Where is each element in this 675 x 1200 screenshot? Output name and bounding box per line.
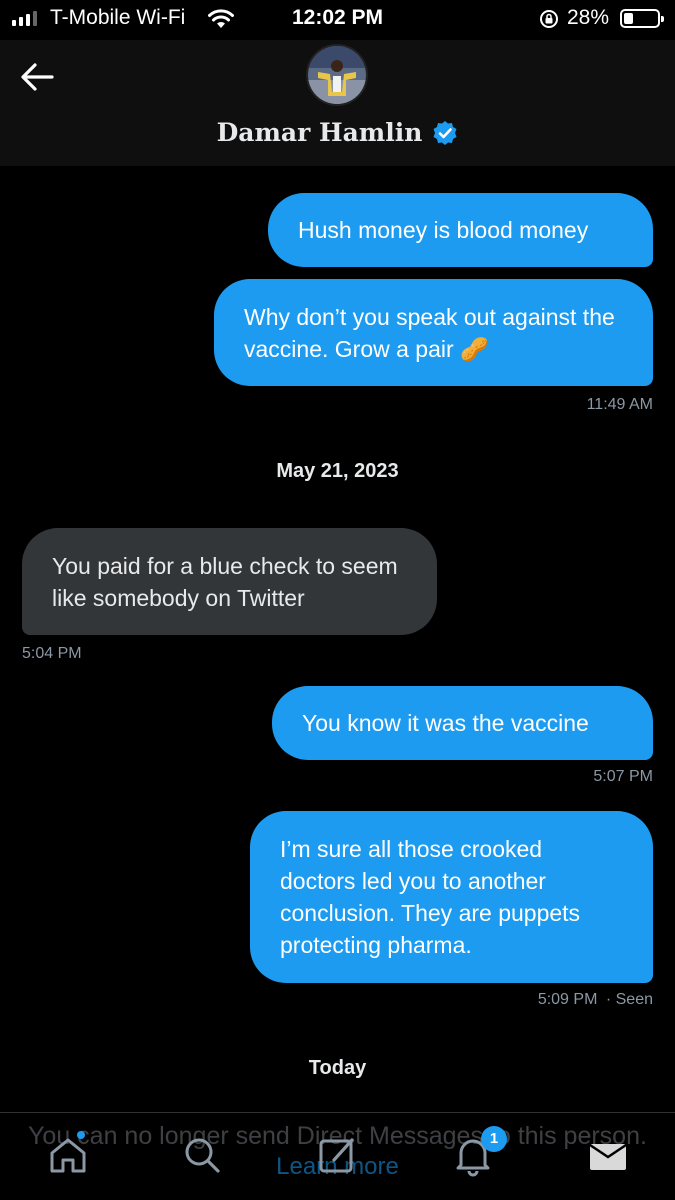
home-unread-dot (77, 1131, 85, 1139)
contact-name-row: Damar Hamlin (0, 118, 675, 147)
message-timestamp: 11:49 AM (586, 396, 653, 413)
message-text: I’m sure all those crooked doctors led y… (280, 836, 581, 958)
message-text: You know it was the vaccine (302, 710, 589, 736)
date-divider: Today (308, 1057, 367, 1079)
message-timestamp: 5:04 PM (22, 645, 82, 662)
avatar[interactable] (306, 44, 368, 106)
bottom-tab-bar (0, 1112, 675, 1200)
message-bubble-incoming[interactable]: You paid for a blue check to seem like s… (22, 528, 437, 635)
message-timestamp: 5:07 PM (593, 768, 653, 785)
status-bar: T-Mobile Wi-Fi 12:02 PM 28% (0, 0, 675, 40)
message-text: You paid for a blue check to seem like s… (52, 552, 398, 611)
conversation-header: Damar Hamlin (0, 40, 675, 166)
message-text: Hush money is blood money (298, 217, 589, 243)
message-bubble-outgoing[interactable]: I’m sure all those crooked doctors led y… (250, 811, 653, 983)
message-timestamp: 5:09 PM (537, 991, 598, 1008)
back-arrow-icon[interactable] (18, 60, 58, 94)
message-text: Why don’t you speak out against the vacc… (244, 303, 615, 362)
battery-percent: 28% (567, 6, 610, 29)
date-divider: May 21, 2023 (276, 460, 399, 482)
message-receipt: 5:09 PM · Seen (538, 991, 653, 1009)
message-bubble-outgoing[interactable]: Hush money is blood money (268, 193, 653, 267)
battery-icon (620, 9, 664, 28)
verified-badge-icon (433, 120, 457, 145)
rotation-lock-icon (540, 10, 558, 28)
home-icon[interactable] (46, 1133, 90, 1177)
message-bubble-outgoing[interactable]: Why don’t you speak out against the vacc… (214, 279, 653, 386)
search-icon[interactable] (180, 1133, 224, 1177)
contact-name: Damar Hamlin (216, 118, 423, 147)
seen-status: · Seen (605, 991, 653, 1008)
message-bubble-outgoing[interactable]: You know it was the vaccine (272, 686, 653, 760)
mail-icon[interactable] (586, 1133, 630, 1177)
compose-icon[interactable] (316, 1133, 360, 1177)
notification-count-badge: 1 (481, 1126, 507, 1152)
